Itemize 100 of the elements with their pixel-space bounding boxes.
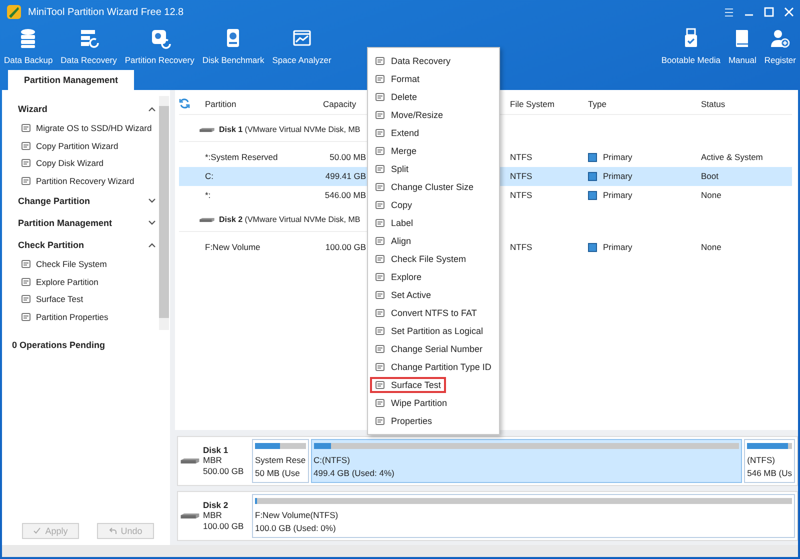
collapse-icon[interactable] [148,106,156,112]
menu-item[interactable]: Surface Test [370,377,446,393]
disk-scheme: MBR [203,510,223,521]
menu-item[interactable]: Explore [370,269,427,285]
menu-item[interactable]: Change Serial Number [370,341,488,357]
disk-label[interactable]: Disk 1 (VMware Virtual NVMe Disk, MB [219,125,360,134]
menu-item[interactable]: Extend [370,125,424,141]
document-icon [375,380,385,390]
toolbar-button[interactable]: Data Backup [2,24,55,70]
sidebar-item[interactable]: Surface Test [18,290,156,308]
expand-icon[interactable] [148,220,156,226]
menu-item[interactable]: Format [370,71,425,87]
column-header[interactable]: Partition [199,98,317,109]
document-icon [375,254,385,264]
maximize-icon[interactable] [764,7,774,18]
table-cell-text: 100.00 GB [324,242,367,252]
table-cell: Primary [582,242,695,252]
partition-block[interactable]: F:New Volume(NTFS) 100.0 GB (Used: 0%) [252,494,795,538]
document-icon [375,200,385,210]
menu-item[interactable]: Convert NTFS to FAT [370,305,482,321]
menu-icon[interactable] [724,8,734,17]
window-icon [21,294,31,304]
table-cell: Primary [582,170,695,182]
sidebar-item[interactable]: Copy Disk Wizard [18,154,156,172]
menu-item[interactable]: Copy [370,197,418,213]
document-icon [375,236,385,246]
menu-item[interactable]: Set Active [370,287,436,303]
partition-usage: 50 MB (Use [255,468,301,479]
column-header[interactable]: File System [504,98,582,109]
window-icon [21,176,31,186]
collapse-icon[interactable] [148,242,156,248]
menu-item[interactable]: Properties [370,413,438,429]
toolbar-button[interactable]: Register [762,24,798,70]
menu-item[interactable]: Split [370,161,414,177]
menu-item[interactable]: Label [370,215,418,231]
menu-item[interactable]: Change Partition Type ID [370,359,496,375]
close-icon[interactable] [784,7,794,18]
menu-item[interactable]: Data Recovery [370,53,456,69]
scrollbar[interactable] [159,96,169,330]
menu-item[interactable]: Align [370,233,416,249]
table-cell-text: *: [204,190,212,200]
toolbar-button[interactable]: Bootable Media [659,24,722,70]
table-cell-text: Active & System [700,152,764,162]
sidebar-item[interactable]: Copy Partition Wizard [18,137,156,155]
menu-item[interactable]: Change Cluster Size [370,179,479,195]
document-icon [375,182,385,192]
partition-label: (NTFS) [747,454,776,466]
column-header[interactable]: Type [582,98,695,109]
sidebar-item[interactable]: Migrate OS to SSD/HD Wizard [18,120,156,138]
disk-name: Disk 2 [203,500,230,510]
partition-label: F:New Volume(NTFS) [255,510,340,520]
section-header[interactable]: Change Partition [18,196,90,206]
document-icon [375,92,385,102]
section-header[interactable]: Wizard [18,104,48,114]
partition-block[interactable]: System Rese 50 MB (Use [252,438,309,483]
document-icon [375,164,385,174]
toolbar-button[interactable]: Partition Recovery [122,24,196,70]
document-icon [375,290,385,300]
menu-item[interactable]: Wipe Partition [370,395,452,411]
toolbar-button[interactable]: Data Recovery [58,24,119,70]
menu-item[interactable]: Set Partition as Logical [370,323,488,339]
column-header[interactable]: Status [695,98,792,109]
toolbar-button[interactable]: Manual [726,24,758,70]
table-cell-text: Boot [700,171,720,182]
document-icon [375,272,385,282]
partition-usage: 100.0 GB (Used: 0%) [255,523,337,534]
hard-drive-icon [199,216,215,224]
section-header[interactable]: Check Partition [18,240,84,250]
expand-icon[interactable] [148,198,156,204]
hard-drive-icon [180,456,200,465]
window-title: MiniTool Partition Wizard Free 12.8 [28,6,185,18]
sidebar-item[interactable]: Explore Partition [18,273,156,291]
menu-item[interactable]: Merge [370,143,422,159]
window-icon [21,123,31,134]
menu-item[interactable]: Check File System [370,251,472,267]
sidebar-item[interactable]: Partition Recovery Wizard [18,172,156,190]
refresh-icon[interactable] [179,98,190,110]
document-icon [375,110,385,120]
table-cell: Primary [582,152,695,162]
menu-item[interactable]: Move/Resize [370,107,448,123]
sidebar-item[interactable]: Partition Properties [18,308,156,326]
toolbar-button[interactable]: Space Analyzer [270,24,334,70]
section-header[interactable]: Partition Management [18,218,112,228]
partition-label: C:(NTFS) [314,454,351,466]
table-cell-text: *:System Reserved [204,152,279,162]
partition-block[interactable]: (NTFS) 546 MB (Us [744,438,795,483]
sidebar-item[interactable]: Check File System [18,256,156,274]
disk-label[interactable]: Disk 2 (VMware Virtual NVMe Disk, MB [219,215,360,224]
menu-item[interactable]: Delete [370,89,422,105]
window-icon [21,312,31,322]
partition-usage: 546 MB (Us [747,468,792,479]
column-header[interactable]: Capacity [317,98,369,109]
toolbar-button[interactable]: Disk Benchmark [200,24,266,70]
document-icon [375,146,385,156]
table-cell-text: None [700,190,722,200]
partition-block[interactable]: C:(NTFS) 499.4 GB (Used: 4%) [310,438,742,483]
window-icon [21,140,31,151]
table-cell-text: C: [204,171,214,182]
tab[interactable]: Partition Management [8,70,134,90]
disk-size: 100.00 GB [203,520,244,532]
